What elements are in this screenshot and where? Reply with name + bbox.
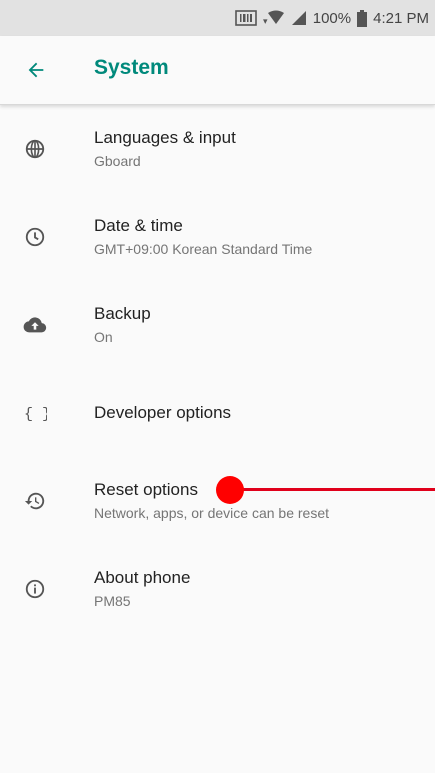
info-icon	[22, 545, 48, 633]
cloud-upload-icon	[22, 281, 48, 369]
app-bar: System	[0, 36, 435, 105]
back-button[interactable]	[22, 56, 50, 84]
settings-item-reset-options[interactable]: Reset options Network, apps, or device c…	[0, 457, 435, 545]
item-summary: PM85	[94, 593, 131, 609]
item-summary: Network, apps, or device can be reset	[94, 505, 330, 521]
touch-indicator-dot	[216, 476, 244, 504]
globe-icon	[22, 105, 48, 193]
item-title: Date & time	[94, 216, 183, 235]
svg-text:{ }: { }	[24, 406, 47, 423]
settings-item-languages[interactable]: Languages & input Gboard	[0, 105, 435, 193]
item-summary: GMT+09:00 Korean Standard Time	[94, 241, 313, 257]
settings-item-about-phone[interactable]: About phone PM85	[0, 545, 435, 633]
item-summary: On	[94, 329, 113, 345]
settings-list: Languages & input Gboard Date & time GMT…	[0, 105, 435, 633]
battery-icon	[357, 9, 368, 27]
signal-icon	[291, 10, 307, 26]
svg-text:▾: ▾	[263, 16, 268, 26]
page-title: System	[94, 56, 169, 79]
settings-item-date-time[interactable]: Date & time GMT+09:00 Korean Standard Ti…	[0, 193, 435, 281]
item-summary: Gboard	[94, 153, 141, 169]
item-title: Developer options	[94, 403, 232, 422]
arrow-back-icon	[28, 62, 44, 78]
status-bar: ▾ 100% 4:21 PM	[0, 0, 435, 36]
clock-time: 4:21 PM	[373, 9, 429, 27]
clock-icon	[22, 193, 48, 281]
swipe-trace-line	[230, 488, 435, 491]
settings-item-developer-options[interactable]: { } Developer options	[0, 369, 435, 457]
settings-item-backup[interactable]: Backup On	[0, 281, 435, 369]
item-title: About phone	[94, 568, 191, 587]
braces-icon: { }	[22, 369, 48, 457]
item-title: Languages & input	[94, 128, 236, 147]
battery-percent: 100%	[312, 9, 352, 27]
wifi-icon: ▾	[263, 10, 285, 26]
restore-icon	[22, 457, 48, 545]
barcode-scanner-icon	[234, 10, 257, 26]
item-title: Backup	[94, 304, 151, 323]
